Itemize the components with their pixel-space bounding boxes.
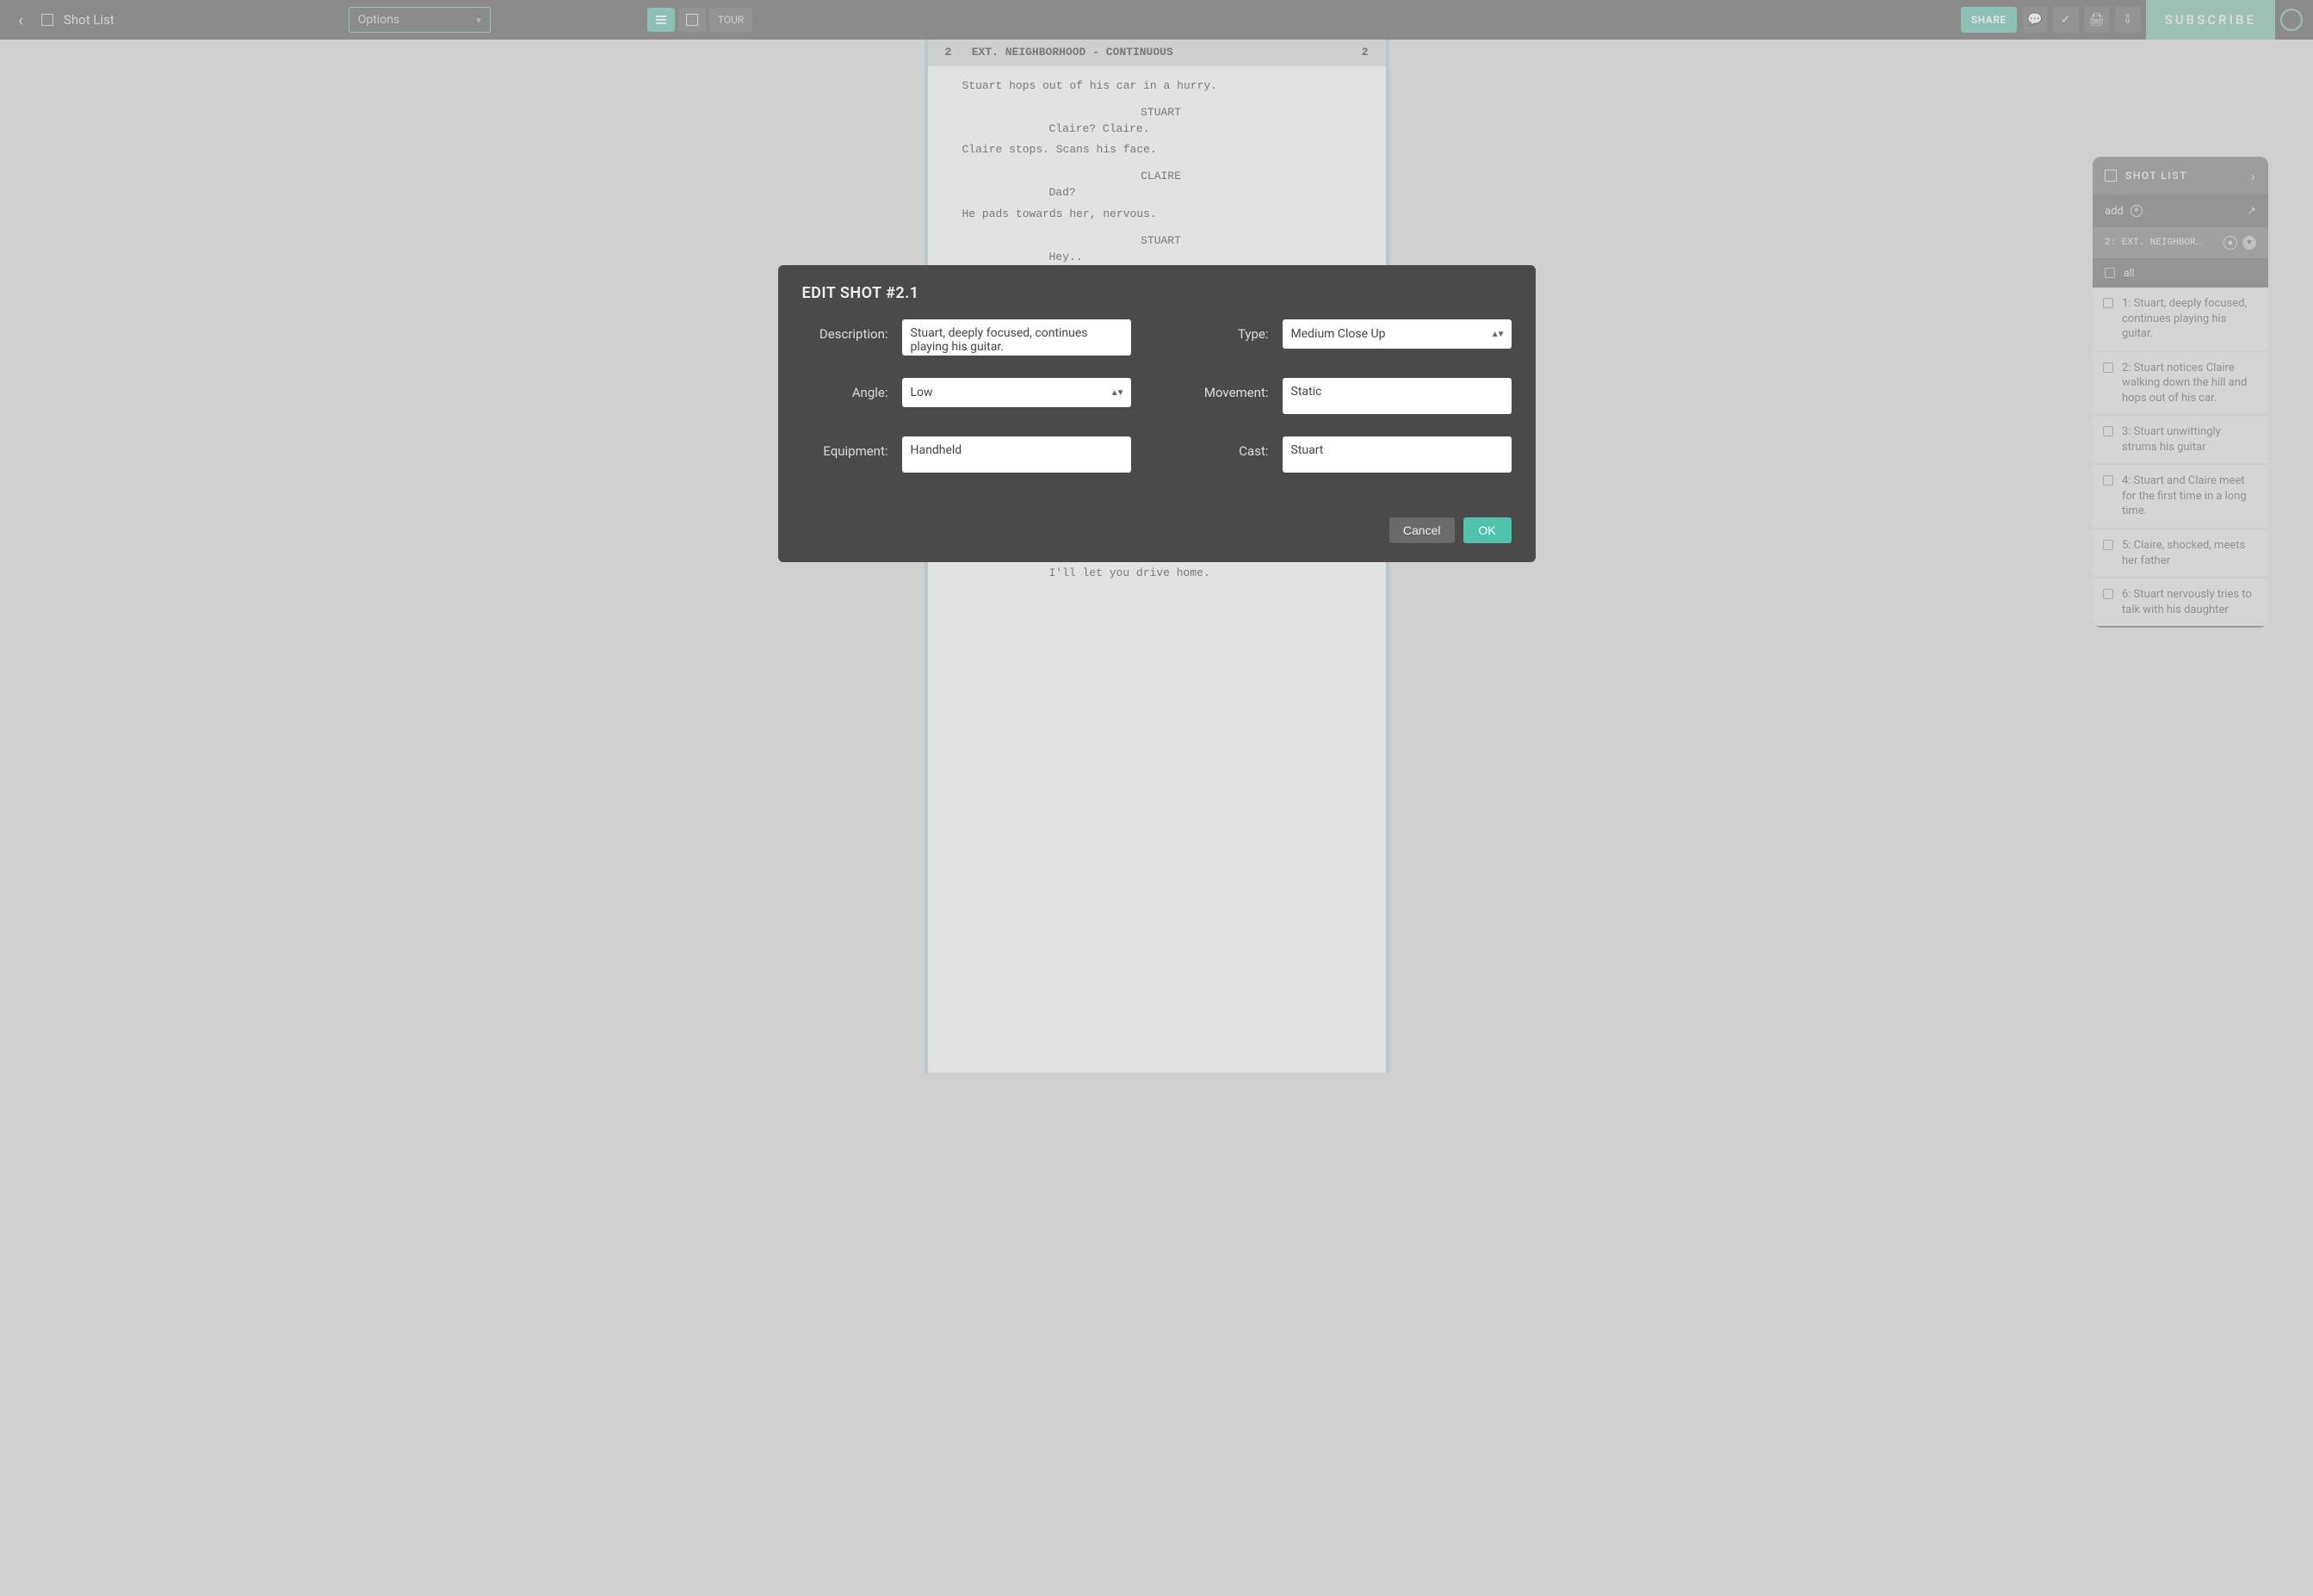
row-angle: Angle: Low ▲▼ <box>802 378 1131 418</box>
movement-input[interactable] <box>1283 378 1512 414</box>
edit-shot-modal: EDIT SHOT #2.1 Description: Type: Medium… <box>778 265 1536 562</box>
modal-footer: Cancel OK <box>802 517 1512 543</box>
description-input[interactable] <box>902 319 1131 356</box>
angle-select[interactable]: Low ▲▼ <box>902 378 1131 407</box>
row-cast: Cast: <box>1183 436 1512 476</box>
label-angle: Angle: <box>802 378 888 400</box>
row-description: Description: <box>802 319 1131 359</box>
label-description: Description: <box>802 319 888 342</box>
label-movement: Movement: <box>1183 378 1269 400</box>
cancel-button[interactable]: Cancel <box>1389 517 1455 543</box>
modal-form: Description: Type: Medium Close Up ▲▼ An… <box>802 319 1512 476</box>
modal-overlay[interactable] <box>0 0 2313 1596</box>
label-cast: Cast: <box>1183 436 1269 459</box>
type-select[interactable]: Medium Close Up ▲▼ <box>1283 319 1512 349</box>
row-equipment: Equipment: <box>802 436 1131 476</box>
cast-input[interactable] <box>1283 436 1512 473</box>
select-caret-icon: ▲▼ <box>1110 388 1122 398</box>
row-type: Type: Medium Close Up ▲▼ <box>1183 319 1512 359</box>
label-type: Type: <box>1183 319 1269 342</box>
angle-value: Low <box>911 386 933 399</box>
select-caret-icon: ▲▼ <box>1491 330 1503 339</box>
row-movement: Movement: <box>1183 378 1512 418</box>
modal-title: EDIT SHOT #2.1 <box>802 284 1512 302</box>
label-equipment: Equipment: <box>802 436 888 459</box>
type-value: Medium Close Up <box>1291 327 1386 341</box>
equipment-input[interactable] <box>902 436 1131 473</box>
ok-button[interactable]: OK <box>1463 517 1512 543</box>
